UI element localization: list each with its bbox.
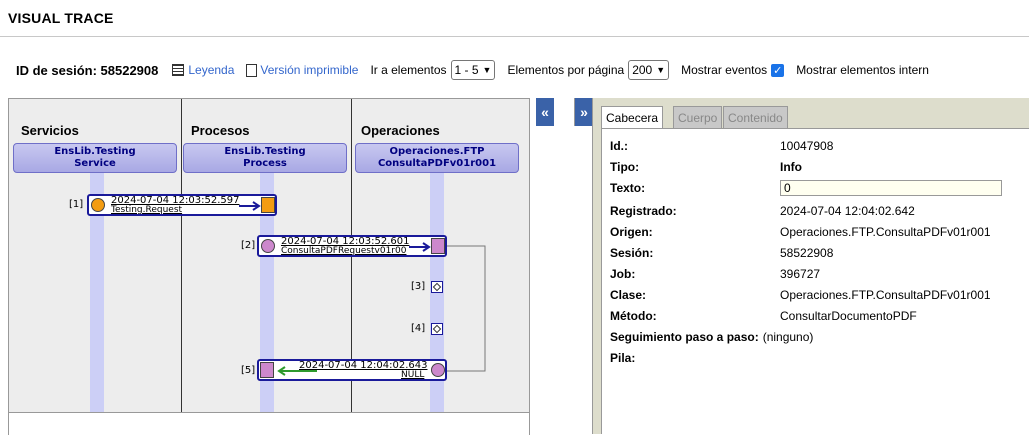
detail-value: Operaciones.FTP.ConsultaPDFv01r001 xyxy=(780,288,991,302)
process-node-icon xyxy=(261,239,275,253)
tab-content[interactable]: Contenido xyxy=(723,106,788,128)
goto-label: Ir a elementos xyxy=(370,63,447,77)
collapse-left-button[interactable]: « xyxy=(536,98,554,126)
event-icon[interactable] xyxy=(431,323,443,335)
text-field[interactable]: 0 xyxy=(780,180,1002,196)
chevron-down-icon: ▼ xyxy=(482,65,492,75)
details-panel: Cabecera Cuerpo Contenido Id.: 10047908 T… xyxy=(592,98,1029,434)
message-5[interactable]: 2024-07-04 12:04:02.643 NULL xyxy=(257,359,447,381)
toolbar: ID de sesión: 58522908 Leyenda Versión i… xyxy=(16,60,933,80)
detail-value: 2024-07-04 12:04:02.642 xyxy=(780,204,915,218)
message-name: ConsultaPDFRequestv01r00 xyxy=(281,246,407,256)
detail-row: Registrado: 2024-07-04 12:04:02.642 xyxy=(610,202,915,220)
process-node-icon xyxy=(261,197,275,213)
detail-key: Texto: xyxy=(610,181,646,195)
detail-key: Sesión: xyxy=(610,246,654,260)
perpage-label: Elementos por página xyxy=(507,63,625,77)
print-version-link[interactable]: Versión imprimible xyxy=(246,63,358,77)
show-events-checkbox[interactable]: ✓ xyxy=(771,63,785,77)
detail-value: 396727 xyxy=(780,267,821,281)
operation-node-icon xyxy=(431,363,445,377)
event-icon[interactable] xyxy=(431,281,443,293)
detail-row: Origen: Operaciones.FTP.ConsultaPDFv01r00… xyxy=(610,223,991,241)
session-id: ID de sesión: 58522908 xyxy=(16,62,159,78)
show-events-label: Mostrar eventos xyxy=(681,63,768,77)
chevron-down-icon: ▼ xyxy=(656,65,666,75)
operation-node-icon xyxy=(431,238,445,254)
detail-value: 58522908 xyxy=(780,246,834,260)
collapse-right-button[interactable]: » xyxy=(574,98,593,126)
document-icon xyxy=(246,63,258,77)
detail-value: 10047908 xyxy=(780,139,834,153)
print-link-label: Versión imprimible xyxy=(260,63,359,77)
detail-key: Origen: xyxy=(610,225,653,239)
goto-value: 1 - 5 xyxy=(454,63,479,77)
text-field-value: 0 xyxy=(784,181,791,195)
tab-header[interactable]: Cabecera xyxy=(601,106,664,128)
detail-row: Job: 396727 xyxy=(610,265,820,283)
diagram-footer xyxy=(9,412,529,435)
detail-key: Tipo: xyxy=(610,160,640,174)
message-1[interactable]: 2024-07-04 12:03:52.597 Testing.Request xyxy=(87,194,277,216)
tab-body[interactable]: Cuerpo xyxy=(673,106,723,128)
message-index: [5] xyxy=(241,365,256,376)
show-internal-label: Mostrar elementos intern xyxy=(796,63,929,77)
detail-row: Sesión: 58522908 xyxy=(610,244,833,262)
detail-row: Texto: 0 xyxy=(610,179,1002,197)
message-name: Testing.Request xyxy=(111,205,183,215)
detail-key: Pila: xyxy=(610,351,636,365)
arrow-right-icon xyxy=(239,201,261,211)
process-node-icon xyxy=(260,362,274,378)
title-divider xyxy=(0,36,1029,37)
detail-key: Método: xyxy=(610,309,657,323)
detail-row: Clase: Operaciones.FTP.ConsultaPDFv01r001 xyxy=(610,286,991,304)
detail-value: Info xyxy=(780,160,802,174)
page-title: VISUAL TRACE xyxy=(8,10,114,26)
message-name: NULL xyxy=(401,370,425,380)
header-details: Id.: 10047908 Tipo: Info Texto: 0 Registrad… xyxy=(601,128,1029,434)
message-index: [3] xyxy=(411,281,426,292)
trace-diagram: Servicios Procesos Operaciones EnsLib.Te… xyxy=(8,98,530,435)
detail-key: Registrado: xyxy=(610,204,677,218)
detail-key: Job: xyxy=(610,267,636,281)
arrow-right-icon xyxy=(409,242,431,252)
message-2[interactable]: 2024-07-04 12:03:52.601 ConsultaPDFReque… xyxy=(257,235,447,257)
legend-icon xyxy=(172,64,185,76)
legend-link[interactable]: Leyenda xyxy=(172,63,234,77)
message-index: [2] xyxy=(241,240,256,251)
detail-row: Método: ConsultarDocumentoPDF xyxy=(610,307,917,325)
detail-key: Seguimiento paso a paso: xyxy=(610,330,759,344)
perpage-value: 200 xyxy=(632,63,653,77)
detail-key: Clase: xyxy=(610,288,647,302)
legend-link-label: Leyenda xyxy=(188,63,235,77)
detail-row: Seguimiento paso a paso: (ninguno) xyxy=(610,328,813,346)
detail-row: Id.: 10047908 xyxy=(610,137,833,155)
detail-value: Operaciones.FTP.ConsultaPDFv01r001 xyxy=(780,225,991,239)
detail-value: ConsultarDocumentoPDF xyxy=(780,309,917,323)
message-index: [4] xyxy=(411,323,426,334)
detail-row: Pila: xyxy=(610,349,780,367)
detail-value: (ninguno) xyxy=(762,330,814,344)
goto-select[interactable]: 1 - 5 ▼ xyxy=(450,60,496,80)
service-node-icon xyxy=(91,198,105,212)
message-index: [1] xyxy=(69,199,84,210)
detail-row: Tipo: Info xyxy=(610,158,802,176)
detail-key: Id.: xyxy=(610,139,628,153)
perpage-select[interactable]: 200 ▼ xyxy=(628,60,670,80)
